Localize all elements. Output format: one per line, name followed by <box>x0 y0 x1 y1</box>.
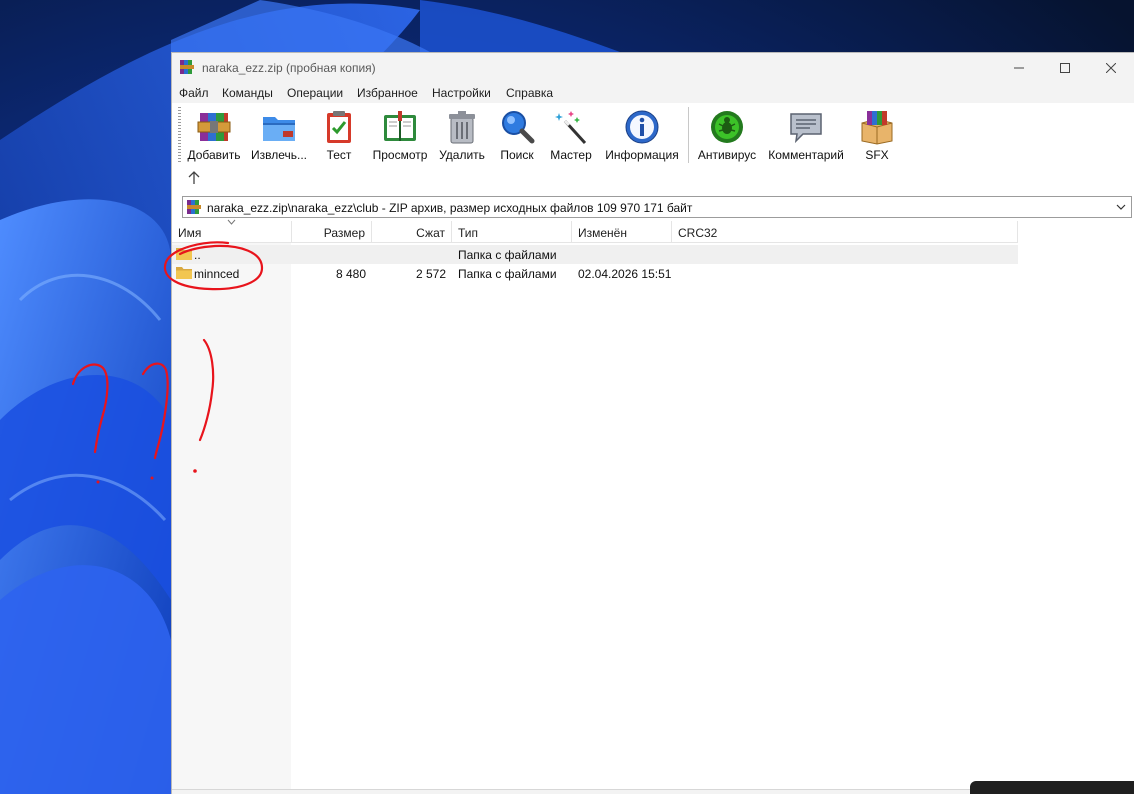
row-name: .. <box>194 248 201 262</box>
list-header: Имя Размер Сжат Тип Изменён CRC32 <box>172 219 1018 243</box>
row-modified: 02.04.2026 15:51 <box>578 267 672 281</box>
column-size[interactable]: Размер <box>292 221 372 243</box>
winrar-window: naraka_ezz.zip (пробная копия) Файл Кома… <box>171 52 1134 794</box>
add-button[interactable]: Добавить <box>184 105 244 167</box>
menu-operations[interactable]: Операции <box>287 86 343 100</box>
maximize-icon <box>1060 63 1070 73</box>
wizard-icon <box>555 111 587 145</box>
taskbar-fragment <box>970 781 1134 794</box>
column-name-label: Имя <box>178 226 202 240</box>
file-list: Имя Размер Сжат Тип Изменён CRC32 .. Пап… <box>172 219 1134 794</box>
menu-file[interactable]: Файл <box>179 86 209 100</box>
up-arrow-icon[interactable] <box>186 169 202 187</box>
sfx-icon <box>861 111 893 145</box>
delete-label: Удалить <box>439 148 485 162</box>
column-name[interactable]: Имя <box>172 219 292 243</box>
test-icon <box>327 111 351 143</box>
wizard-button[interactable]: Мастер <box>546 105 596 167</box>
close-button[interactable] <box>1088 53 1134 83</box>
column-packed-label: Сжат <box>416 226 445 240</box>
info-button[interactable]: Информация <box>602 105 682 167</box>
menu-help[interactable]: Справка <box>506 86 553 100</box>
close-icon <box>1106 63 1116 73</box>
delete-icon <box>449 111 475 144</box>
sort-down-icon <box>227 219 236 225</box>
folder-icon <box>176 248 192 260</box>
info-label: Информация <box>605 148 679 162</box>
row-type: Папка с файлами <box>458 267 557 281</box>
folder-icon <box>176 267 192 279</box>
antivirus-button[interactable]: Антивирус <box>694 105 760 167</box>
extract-label: Извлечь... <box>250 148 307 162</box>
name-column-shade <box>172 243 291 794</box>
column-type[interactable]: Тип <box>452 221 572 243</box>
toolbar-grip[interactable] <box>178 107 181 163</box>
menu-settings[interactable]: Настройки <box>432 86 491 100</box>
antivirus-icon <box>711 111 743 143</box>
table-row-parent[interactable]: .. Папка с файлами <box>172 245 1018 264</box>
search-button[interactable]: Поиск <box>494 105 540 167</box>
comment-icon <box>790 113 822 144</box>
search-label: Поиск <box>500 148 534 162</box>
row-packed: 2 572 <box>415 267 446 281</box>
wizard-label: Мастер <box>550 148 592 162</box>
comment-button[interactable]: Комментарий <box>766 105 846 167</box>
row-type: Папка с файлами <box>458 248 557 262</box>
menu-commands[interactable]: Команды <box>222 86 273 100</box>
chevron-down-icon[interactable] <box>1115 200 1127 214</box>
table-row-minnced[interactable]: minnced 8 480 2 572 Папка с файлами 02.0… <box>172 264 1018 283</box>
test-button[interactable]: Тест <box>316 105 362 167</box>
minimize-button[interactable] <box>996 53 1042 83</box>
column-size-label: Размер <box>323 226 365 240</box>
add-archive-icon <box>197 113 231 141</box>
column-packed[interactable]: Сжат <box>372 221 452 243</box>
menu-favorites[interactable]: Избранное <box>357 86 418 100</box>
window-title: naraka_ezz.zip (пробная копия) <box>202 61 376 75</box>
menu-bar: Файл Команды Операции Избранное Настройк… <box>172 83 1134 103</box>
title-bar[interactable]: naraka_ezz.zip (пробная копия) <box>172 53 1134 83</box>
test-label: Тест <box>326 148 352 162</box>
column-crc32[interactable]: CRC32 <box>672 221 1018 243</box>
comment-label: Комментарий <box>768 148 844 162</box>
search-icon <box>502 111 535 144</box>
row-size: 8 480 <box>335 267 366 281</box>
add-label: Добавить <box>187 148 241 162</box>
extract-icon <box>263 117 295 141</box>
address-path: naraka_ezz.zip\naraka_ezz\club - ZIP арх… <box>207 201 693 215</box>
view-button[interactable]: Просмотр <box>368 105 432 167</box>
sfx-button[interactable]: SFX <box>852 105 902 167</box>
minimize-icon <box>1014 67 1024 69</box>
sfx-label: SFX <box>865 148 889 162</box>
antivirus-label: Антивирус <box>697 148 757 162</box>
toolbar-separator <box>688 107 689 163</box>
column-modified[interactable]: Изменён <box>572 221 672 243</box>
column-type-label: Тип <box>458 226 479 240</box>
maximize-button[interactable] <box>1042 53 1088 83</box>
view-label: Просмотр <box>372 148 428 162</box>
row-name: minnced <box>194 267 240 281</box>
archive-icon <box>187 200 201 214</box>
delete-button[interactable]: Удалить <box>436 105 488 167</box>
address-bar[interactable]: naraka_ezz.zip\naraka_ezz\club - ZIP арх… <box>182 196 1132 218</box>
winrar-app-icon <box>180 60 194 74</box>
column-modified-label: Изменён <box>578 226 627 240</box>
column-crc32-label: CRC32 <box>678 226 718 240</box>
extract-button[interactable]: Извлечь... <box>248 105 310 167</box>
view-icon <box>384 111 416 141</box>
toolbar: Добавить Извлечь... Тест Просмотр Удалит… <box>172 103 1134 193</box>
info-icon <box>625 110 659 144</box>
